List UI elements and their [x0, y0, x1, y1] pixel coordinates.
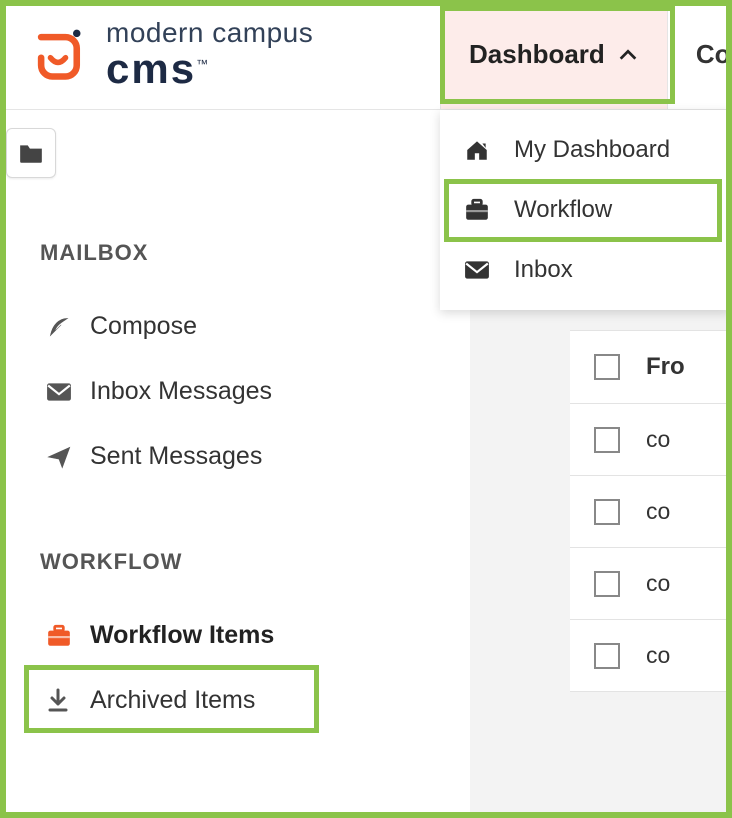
- row-from-cell: co: [646, 570, 670, 597]
- sidebar-item-label: Inbox Messages: [90, 377, 272, 406]
- feather-icon: [46, 314, 90, 340]
- download-icon: [46, 688, 90, 714]
- paper-plane-icon: [46, 444, 90, 470]
- folder-icon: [18, 142, 44, 164]
- row-checkbox[interactable]: [594, 643, 620, 669]
- brand-mark-icon: [28, 24, 88, 84]
- sidebar-item-archived[interactable]: Archived Items: [40, 668, 440, 733]
- section-workflow-title: WORKFLOW: [40, 549, 440, 575]
- briefcase-icon: [464, 198, 514, 222]
- section-mailbox-title: MAILBOX: [40, 240, 440, 266]
- tab-dashboard-label: Dashboard: [469, 39, 605, 70]
- tab-content-label: Co: [696, 39, 731, 70]
- tab-dashboard[interactable]: Dashboard: [440, 0, 667, 109]
- column-header-from[interactable]: Fro: [646, 353, 685, 381]
- briefcase-icon: [46, 624, 90, 648]
- dropdown-item-label: My Dashboard: [514, 136, 670, 164]
- envelope-icon: [46, 382, 90, 402]
- chevron-up-icon: [617, 44, 639, 66]
- sidebar-item-workflow-items[interactable]: Workflow Items: [40, 603, 440, 668]
- dropdown-item-label: Inbox: [514, 256, 573, 284]
- sidebar-item-label: Compose: [90, 312, 197, 341]
- workflow-table: Fro co co co co: [570, 330, 732, 692]
- tab-content[interactable]: Co: [667, 0, 732, 109]
- table-row[interactable]: co: [570, 620, 732, 692]
- sidebar-item-label: Archived Items: [90, 686, 255, 715]
- row-from-cell: co: [646, 642, 670, 669]
- primary-nav: Dashboard Co: [440, 0, 732, 109]
- home-icon: [464, 138, 514, 162]
- dropdown-item-inbox[interactable]: Inbox: [440, 240, 730, 300]
- brand-text-top: modern campus: [106, 18, 313, 47]
- dropdown-item-workflow[interactable]: Workflow: [440, 180, 730, 240]
- table-row[interactable]: co: [570, 548, 732, 620]
- dropdown-item-my-dashboard[interactable]: My Dashboard: [440, 120, 730, 180]
- content-area: My Dashboard Workflow Inbox Fro: [470, 110, 732, 818]
- row-from-cell: co: [646, 498, 670, 525]
- brand-text-bottom: cms™: [106, 47, 313, 91]
- table-row[interactable]: co: [570, 476, 732, 548]
- sidebar-item-label: Sent Messages: [90, 442, 262, 471]
- app-header: modern campus cms™ Dashboard Co: [0, 0, 732, 110]
- sidebar: MAILBOX Compose Inbox Messages Sent Mess…: [0, 110, 470, 818]
- folder-button[interactable]: [6, 128, 56, 178]
- row-from-cell: co: [646, 426, 670, 453]
- envelope-icon: [464, 260, 514, 280]
- sidebar-item-compose[interactable]: Compose: [40, 294, 440, 359]
- row-checkbox[interactable]: [594, 571, 620, 597]
- sidebar-item-label: Workflow Items: [90, 621, 274, 650]
- table-row[interactable]: co: [570, 404, 732, 476]
- select-all-checkbox[interactable]: [594, 354, 620, 380]
- dropdown-item-label: Workflow: [514, 196, 612, 224]
- sidebar-item-inbox[interactable]: Inbox Messages: [40, 359, 440, 424]
- table-header-row: Fro: [570, 331, 732, 404]
- brand-logo[interactable]: modern campus cms™: [0, 18, 440, 91]
- sidebar-item-sent[interactable]: Sent Messages: [40, 424, 440, 489]
- row-checkbox[interactable]: [594, 499, 620, 525]
- row-checkbox[interactable]: [594, 427, 620, 453]
- dashboard-dropdown: My Dashboard Workflow Inbox: [440, 110, 730, 310]
